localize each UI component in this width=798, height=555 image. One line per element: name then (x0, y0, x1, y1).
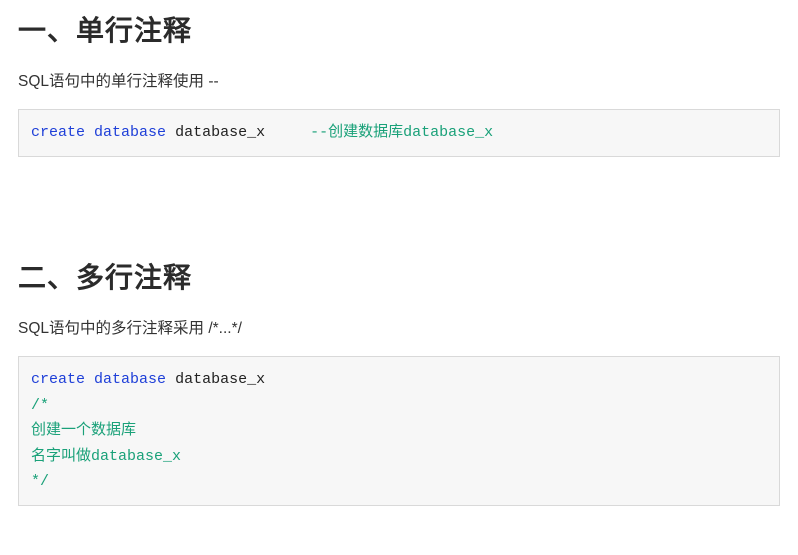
code-gap (265, 124, 310, 141)
keyword-database: database (94, 124, 166, 141)
desc-single-line: SQL语句中的单行注释使用 -- (18, 70, 780, 93)
identifier-dbname-2: database_x (175, 371, 265, 388)
comment-line-2: 名字叫做database_x (31, 448, 181, 465)
comment-single: --创建数据库database_x (310, 124, 493, 141)
section-single-line-comment: 一、单行注释 SQL语句中的单行注释使用 -- create database … (18, 10, 780, 157)
section-multi-line-comment: 二、多行注释 SQL语句中的多行注释采用 /*...*/ create data… (18, 257, 780, 506)
keyword-create-2: create (31, 371, 85, 388)
identifier-dbname: database_x (175, 124, 265, 141)
comment-close: */ (31, 473, 49, 490)
comment-open: /* (31, 397, 49, 414)
heading-multi-line: 二、多行注释 (18, 257, 780, 299)
comment-line-1: 创建一个数据库 (31, 422, 136, 439)
keyword-database-2: database (94, 371, 166, 388)
heading-single-line: 一、单行注释 (18, 10, 780, 52)
code-block-multi-line: create database database_x /* 创建一个数据库 名字… (18, 356, 780, 506)
keyword-create: create (31, 124, 85, 141)
desc-multi-line: SQL语句中的多行注释采用 /*...*/ (18, 317, 780, 340)
code-block-single-line: create database database_x --创建数据库databa… (18, 109, 780, 157)
